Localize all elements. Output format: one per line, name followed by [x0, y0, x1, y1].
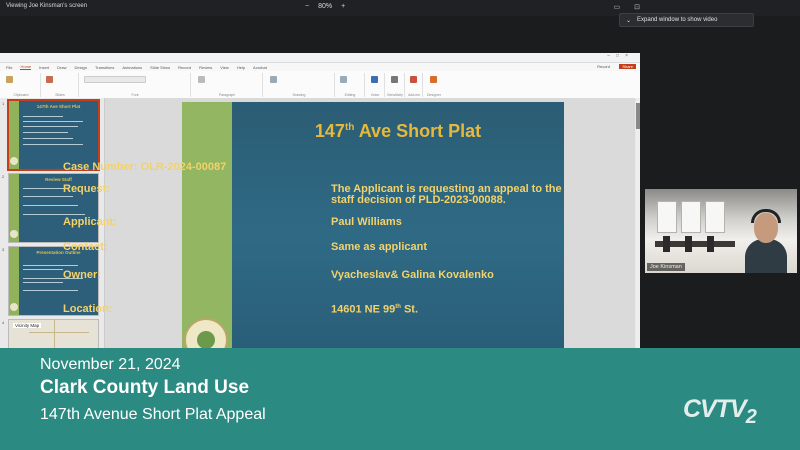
window-controls[interactable]: –□× [607, 53, 634, 59]
slide-green-strip [182, 102, 232, 348]
county-seal-icon [10, 230, 18, 238]
chevron-down-icon: ⌄ [626, 17, 632, 24]
broadcast-title: Clark County Land Use [40, 377, 250, 398]
tab-help[interactable]: Help [237, 65, 245, 70]
broadcast-date: November 21, 2024 [40, 356, 181, 373]
slide-thumbnail-1[interactable]: 147th Ave Short Plat [7, 99, 100, 171]
county-seal-icon [10, 303, 18, 311]
ribbon-group-clipboard: Clipboard [2, 73, 41, 97]
location-label: Location: [63, 303, 113, 315]
broadcast-subtitle: 147th Avenue Short Plat Appeal [40, 406, 266, 423]
window-icons: ▭ ⊡ [614, 3, 641, 11]
location-value: 14601 NE 99th St. [331, 303, 419, 316]
paste-icon[interactable] [6, 76, 13, 83]
expand-window-button[interactable]: ⌄ Expand window to show video [619, 13, 754, 27]
ribbon-group-add-ins: Add-ins [406, 73, 423, 97]
ribbon: Clipboard Slides Font Paragraph Drawing … [0, 71, 640, 100]
request-value: The Applicant is requesting an appeal to… [331, 183, 562, 206]
expand-window-label: Expand window to show video [637, 17, 718, 23]
ribbon-group-drawing: Drawing [264, 73, 335, 97]
bullets-icon[interactable] [198, 76, 205, 83]
tab-design[interactable]: Design [74, 65, 86, 70]
owner-label: Owner: [63, 269, 101, 281]
request-label: Request: [63, 183, 111, 195]
case-number: Case Number: OLR-2024-00087 [63, 161, 227, 173]
participant-name: Joe Kinsman [647, 263, 685, 271]
tab-slide-show[interactable]: Slide Show [150, 65, 170, 70]
tab-file[interactable]: File [6, 65, 12, 70]
tab-acrobat[interactable]: Acrobat [253, 65, 267, 70]
tab-transitions[interactable]: Transitions [95, 65, 114, 70]
owner-value: Vyacheslav& Galina Kovalenko [331, 269, 494, 281]
ribbon-group-slides: Slides [42, 73, 79, 97]
ribbon-group-sensitivity: Sensitivity [386, 73, 405, 97]
tab-insert[interactable]: Insert [39, 65, 49, 70]
ribbon-group-font: Font [80, 73, 191, 97]
font-name-select[interactable] [84, 76, 146, 83]
contact-value: Same as applicant [331, 241, 427, 253]
share-button[interactable]: Share [619, 64, 636, 69]
dictate-icon[interactable] [371, 76, 378, 83]
add-ins-icon[interactable] [410, 76, 417, 83]
designer-icon[interactable] [430, 76, 437, 83]
minimize-icon[interactable]: ▭ [614, 3, 621, 11]
county-seal-icon [10, 157, 18, 165]
tab-draw[interactable]: Draw [57, 65, 66, 70]
new-slide-icon[interactable] [46, 76, 53, 83]
grid-icon[interactable]: ⊡ [634, 3, 640, 11]
cvtv-logo: CVTV2 [683, 395, 757, 428]
tab-animations[interactable]: Animations [122, 65, 142, 70]
applicant-value: Paul Williams [331, 216, 402, 228]
ribbon-group-paragraph: Paragraph [192, 73, 263, 97]
applicant-label: Applicant: [63, 216, 117, 228]
record-button[interactable]: Record [597, 64, 610, 69]
find-icon[interactable] [340, 76, 347, 83]
zoom-in-button[interactable]: + [341, 3, 345, 10]
viewing-label: Viewing Joe Kinsman's screen [6, 3, 88, 9]
shapes-icon[interactable] [270, 76, 277, 83]
zoom-controls: − 80% + [305, 3, 345, 10]
zoom-out-button[interactable]: − [305, 3, 309, 10]
participant-video-tile[interactable]: Joe Kinsman [645, 189, 797, 273]
zoom-level: 80% [318, 3, 333, 10]
headset-icon [751, 209, 781, 223]
tab-record[interactable]: Record [178, 65, 191, 70]
ribbon-group-voice: Voice [366, 73, 385, 97]
ribbon-group-designer: Designer [424, 73, 444, 97]
ribbon-group-editing: Editing [336, 73, 365, 97]
tab-review[interactable]: Review [199, 65, 212, 70]
contact-label: Contact: [63, 241, 108, 253]
ppt-titlebar: –□× [0, 53, 640, 63]
tab-view[interactable]: View [220, 65, 229, 70]
slide-title: 147th Ave Short Plat [314, 121, 482, 141]
sensitivity-icon[interactable] [391, 76, 398, 83]
participant-body [745, 239, 787, 273]
ribbon-tabs: File Home Insert Draw Design Transitions… [0, 63, 640, 71]
tab-home[interactable]: Home [20, 64, 32, 70]
